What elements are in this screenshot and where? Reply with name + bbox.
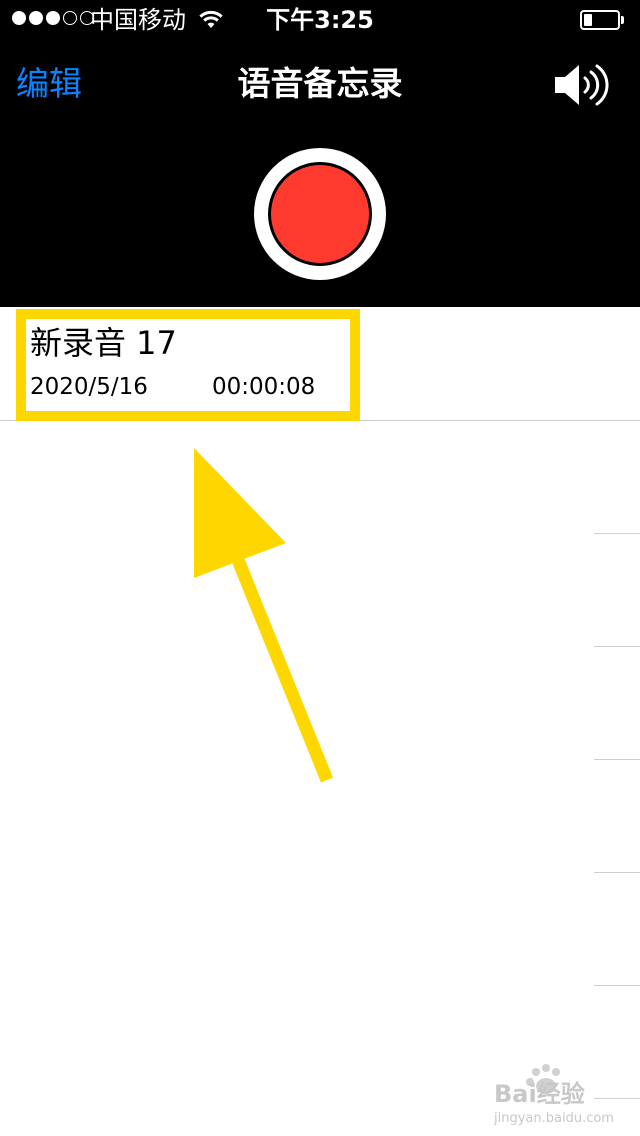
record-ring [268,162,372,266]
speaker-volume-icon[interactable] [553,60,611,110]
recording-date: 2020/5/16 [30,374,148,400]
status-time: 下午3:25 [266,6,374,34]
svg-text:jingyan.baidu.com: jingyan.baidu.com [493,1111,614,1126]
arrow-icon [194,448,334,783]
page-title: 语音备忘录 [237,64,403,103]
row-separator [594,985,640,986]
row-separator [594,533,640,534]
status-bar: 中国移动 下午3:25 [0,0,640,40]
row-separator [594,646,640,647]
row-separator [0,420,640,421]
battery-icon [580,10,620,30]
baidu-logo: Bai经验 jingyan.baidu.com [493,1064,614,1126]
voice-memos-screen: 中国移动 下午3:25 编辑 语音备忘录 新录音 17 2020/5/16 00… [0,0,640,1136]
svg-text:Bai经验: Bai经验 [494,1080,585,1108]
row-separator [594,872,640,873]
recording-duration: 00:00:08 [212,374,316,400]
battery-fill [584,14,592,26]
row-separator [594,759,640,760]
recording-list-item[interactable]: 新录音 17 2020/5/16 00:00:08 [0,307,640,420]
record-button[interactable] [254,148,386,280]
recording-title: 新录音 17 [30,324,177,362]
battery-tip [621,16,624,24]
record-icon [271,165,369,263]
